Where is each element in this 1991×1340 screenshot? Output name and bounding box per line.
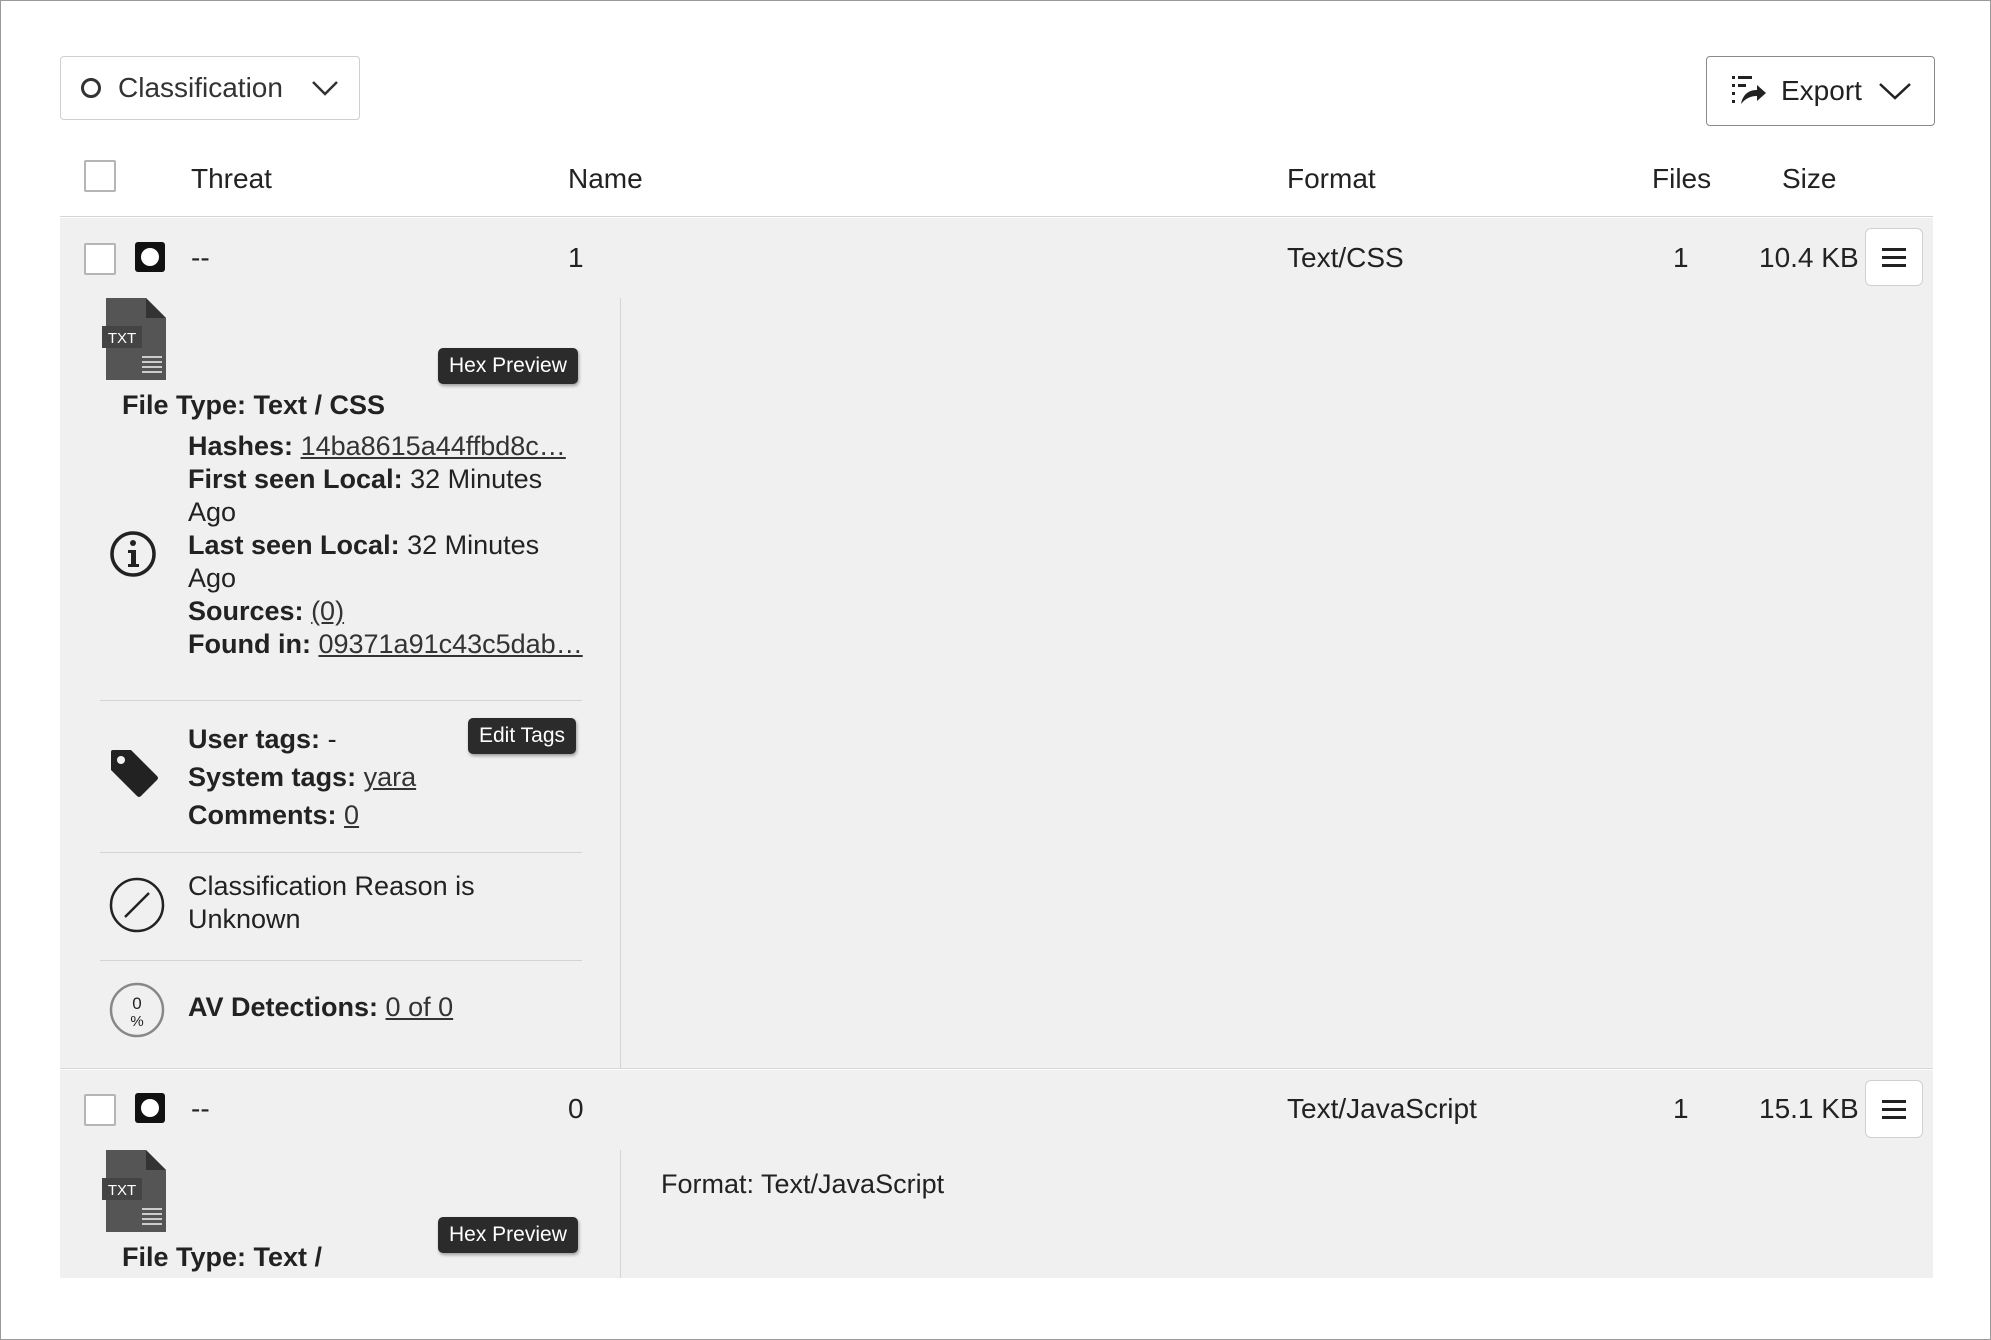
threat-value: -- xyxy=(191,242,210,273)
first-seen-label: First seen Local: xyxy=(188,464,403,494)
export-button[interactable]: Export xyxy=(1706,56,1935,126)
hex-preview-button[interactable]: Hex Preview xyxy=(438,348,578,384)
section-divider xyxy=(100,960,582,961)
system-tags-label: System tags: xyxy=(188,762,357,792)
detail-divider xyxy=(620,298,621,1069)
av-detections-line: AV Detections: 0 of 0 xyxy=(188,992,453,1023)
unknown-classification-icon xyxy=(109,877,165,933)
sources-link[interactable]: (0) xyxy=(311,596,344,626)
threat-badge-icon xyxy=(135,242,165,272)
format-value: Text/JavaScript xyxy=(1287,1093,1477,1124)
file-icon-label: TXT xyxy=(108,330,136,347)
column-header-format[interactable]: Format xyxy=(1287,163,1376,195)
user-tags-value: - xyxy=(327,724,337,754)
system-tags-line: System tags: yara xyxy=(188,758,416,796)
row-checkbox[interactable] xyxy=(84,1094,116,1126)
system-tag-link[interactable]: yara xyxy=(364,762,417,792)
tags-details: User tags: - System tags: yara Comments:… xyxy=(188,720,416,834)
hex-preview-button[interactable]: Hex Preview xyxy=(438,1217,578,1253)
column-header-threat[interactable]: Threat xyxy=(191,163,272,195)
av-icon-top: 0 xyxy=(132,994,141,1013)
found-in-label: Found in: xyxy=(188,629,311,659)
comments-link[interactable]: 0 xyxy=(344,800,359,830)
comments-label: Comments: xyxy=(188,800,337,830)
found-in-line: Found in: 09371a91c43c5dab… xyxy=(188,628,583,661)
hashes-line: Hashes: 14ba8615a44ffbd8c… xyxy=(188,430,583,463)
txt-file-icon: TXT xyxy=(102,298,166,380)
file-details: Hashes: 14ba8615a44ffbd8c… First seen Lo… xyxy=(188,430,588,661)
section-divider xyxy=(100,700,582,701)
threat-badge-icon xyxy=(135,1093,165,1123)
tag-icon xyxy=(111,750,158,797)
table-row: -- 1 Text/CSS 1 10.4 KB TXT Hex Preview … xyxy=(60,218,1933,1069)
file-type-label: File Type: Text / xyxy=(122,1242,323,1272)
format-value: Text/CSS xyxy=(1287,242,1404,273)
txt-file-icon: TXT xyxy=(102,1150,166,1232)
column-header-files[interactable]: Files xyxy=(1652,163,1711,195)
section-divider xyxy=(100,852,582,853)
files-value: 1 xyxy=(1673,1093,1689,1124)
chevron-down-icon xyxy=(312,81,338,96)
row-checkbox[interactable] xyxy=(84,243,116,275)
files-value: 1 xyxy=(1673,242,1689,273)
export-button-label: Export xyxy=(1781,75,1862,106)
format-detail: Format: Text/JavaScript xyxy=(661,1169,945,1199)
detail-divider xyxy=(620,1150,621,1278)
size-value: 15.1 KB xyxy=(1759,1093,1859,1124)
classification-dropdown-label: Classification xyxy=(118,72,283,103)
classification-reason: Classification Reason is Unknown xyxy=(188,871,475,934)
sources-line: Sources: (0) xyxy=(188,595,588,628)
table-row: -- 0 Text/JavaScript 1 15.1 KB TXT Hex P… xyxy=(60,1070,1933,1278)
user-tags-line: User tags: - xyxy=(188,720,416,758)
chevron-down-icon xyxy=(1879,83,1911,100)
first-seen-line: First seen Local: 32 Minutes Ago xyxy=(188,463,588,529)
file-list-panel: Classification Export Threat Name Format… xyxy=(0,0,1991,1340)
classification-ring-icon xyxy=(81,78,101,98)
column-header-name[interactable]: Name xyxy=(568,163,643,195)
size-value: 10.4 KB xyxy=(1759,242,1859,273)
hashes-label: Hashes: xyxy=(188,431,294,461)
name-value: 1 xyxy=(568,242,584,273)
name-value: 0 xyxy=(568,1093,584,1124)
comments-line: Comments: 0 xyxy=(188,796,416,834)
export-share-icon xyxy=(1732,76,1766,104)
av-detections-label: AV Detections: xyxy=(188,992,379,1022)
found-in-link[interactable]: 09371a91c43c5dab… xyxy=(318,629,582,659)
user-tags-label: User tags: xyxy=(188,724,321,754)
hashes-link[interactable]: 14ba8615a44ffbd8c… xyxy=(301,431,566,461)
av-detections-link[interactable]: 0 of 0 xyxy=(386,992,454,1022)
av-percent-icon: 0 % xyxy=(109,982,165,1038)
select-all-checkbox[interactable] xyxy=(84,160,116,192)
column-header-size[interactable]: Size xyxy=(1782,163,1836,195)
row-menu-button[interactable] xyxy=(1865,1080,1923,1138)
edit-tags-button[interactable]: Edit Tags xyxy=(468,718,576,754)
threat-value: -- xyxy=(191,1093,210,1124)
file-type-label: File Type: Text / CSS xyxy=(122,390,386,420)
last-seen-label: Last seen Local: xyxy=(188,530,400,560)
sources-label: Sources: xyxy=(188,596,304,626)
file-icon-label: TXT xyxy=(108,1182,136,1199)
info-icon xyxy=(110,531,156,577)
last-seen-line: Last seen Local: 32 Minutes Ago xyxy=(188,529,588,595)
classification-dropdown[interactable]: Classification xyxy=(60,56,360,120)
row-menu-button[interactable] xyxy=(1865,228,1923,286)
table-header: Threat Name Format Files Size xyxy=(60,151,1933,217)
av-icon-bottom: % xyxy=(130,1013,143,1030)
